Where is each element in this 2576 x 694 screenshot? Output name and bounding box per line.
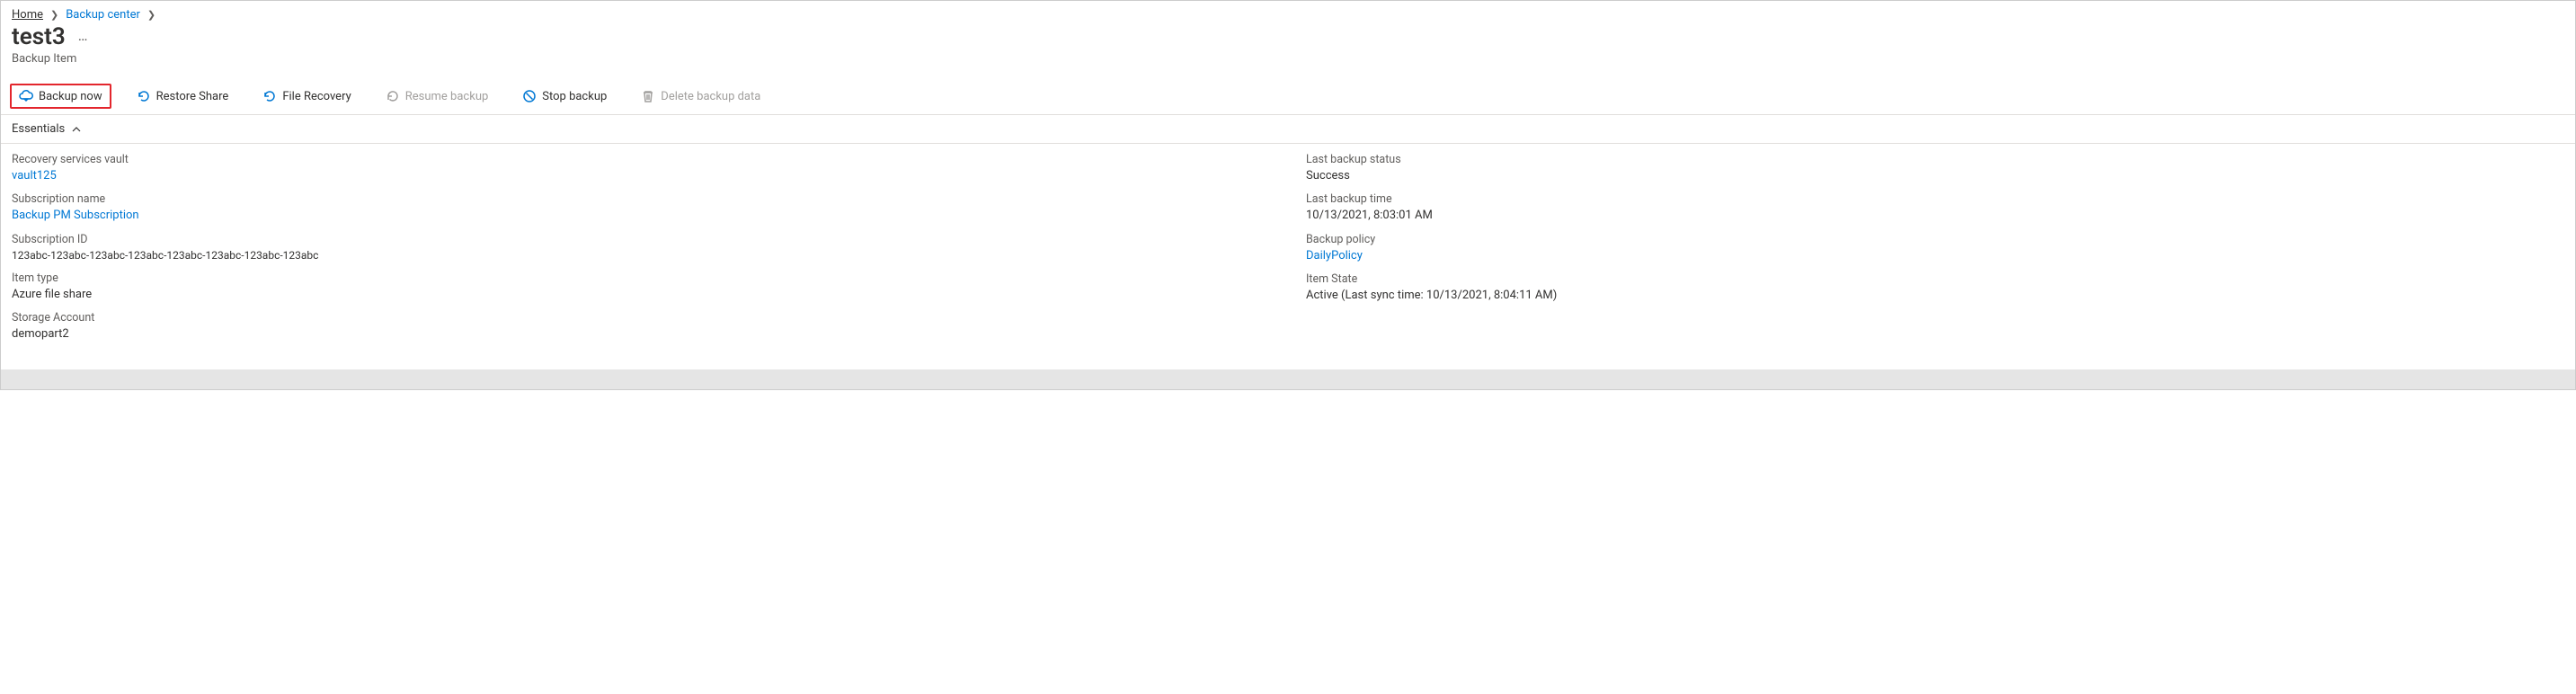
more-actions-button[interactable]: … [78,27,90,48]
footer-strip [1,369,2575,389]
delete-backup-data-label: Delete backup data [661,90,760,103]
item-type-value: Azure file share [12,287,1270,303]
item-state-field: Item State Active (Last sync time: 10/13… [1306,272,2564,303]
backup-policy-value[interactable]: DailyPolicy [1306,248,2564,264]
breadcrumb-backup-center[interactable]: Backup center [66,8,140,22]
title-bar: test3 … [1,23,2575,52]
last-backup-time-value: 10/13/2021, 8:03:01 AM [1306,208,2564,224]
restore-share-button[interactable]: Restore Share [128,84,238,109]
stop-backup-label: Stop backup [542,90,607,103]
backup-now-label: Backup now [39,90,102,103]
undo-icon [137,89,151,103]
essentials-label: Essentials [12,122,65,136]
stop-backup-button[interactable]: Stop backup [513,84,616,109]
last-backup-status-field: Last backup status Success [1306,153,2564,183]
breadcrumb: Home ❯ Backup center ❯ [1,1,2575,23]
essentials-toggle[interactable]: Essentials [1,115,2575,144]
backup-policy-label: Backup policy [1306,233,2564,248]
trash-icon [641,89,655,103]
essentials-panel: Recovery services vault vault125 Subscri… [1,144,2575,369]
file-recovery-label: File Recovery [282,90,351,103]
essentials-right-column: Last backup status Success Last backup t… [1306,153,2564,351]
delete-backup-data-button: Delete backup data [632,84,769,109]
item-state-value: Active (Last sync time: 10/13/2021, 8:04… [1306,288,2564,304]
last-backup-status-value: Success [1306,168,2564,184]
undo-icon [262,89,277,103]
storage-account-label: Storage Account [12,311,1270,326]
recovery-vault-value[interactable]: vault125 [12,168,1270,184]
refresh-icon [386,89,400,103]
resume-backup-button: Resume backup [377,84,498,109]
storage-account-field: Storage Account demopart2 [12,311,1270,342]
resume-backup-label: Resume backup [405,90,489,103]
stop-icon [522,89,537,103]
storage-account-value: demopart2 [12,326,1270,343]
subscription-name-value[interactable]: Backup PM Subscription [12,208,1270,224]
essentials-left-column: Recovery services vault vault125 Subscri… [12,153,1270,351]
backup-policy-field: Backup policy DailyPolicy [1306,233,2564,263]
cloud-backup-icon [19,89,33,103]
page-title: test3 [12,23,66,50]
chevron-up-icon [72,125,81,134]
page-subtitle: Backup Item [1,52,2575,78]
subscription-id-label: Subscription ID [12,233,1270,248]
recovery-vault-label: Recovery services vault [12,153,1270,168]
subscription-name-label: Subscription name [12,192,1270,208]
last-backup-time-field: Last backup time 10/13/2021, 8:03:01 AM [1306,192,2564,223]
last-backup-time-label: Last backup time [1306,192,2564,208]
toolbar: Backup now Restore Share File Recovery R… [1,78,2575,115]
item-state-label: Item State [1306,272,2564,288]
backup-now-button[interactable]: Backup now [10,84,111,109]
item-type-field: Item type Azure file share [12,271,1270,302]
last-backup-status-label: Last backup status [1306,153,2564,168]
chevron-right-icon: ❯ [147,9,155,21]
file-recovery-button[interactable]: File Recovery [253,84,360,109]
restore-share-label: Restore Share [156,90,229,103]
chevron-right-icon: ❯ [50,9,58,21]
subscription-name-field: Subscription name Backup PM Subscription [12,192,1270,223]
breadcrumb-home[interactable]: Home [12,8,43,22]
item-type-label: Item type [12,271,1270,287]
subscription-id-value: 123abc-123abc-123abc-123abc-123abc-123ab… [12,248,1270,262]
recovery-vault-field: Recovery services vault vault125 [12,153,1270,183]
subscription-id-field: Subscription ID 123abc-123abc-123abc-123… [12,233,1270,262]
